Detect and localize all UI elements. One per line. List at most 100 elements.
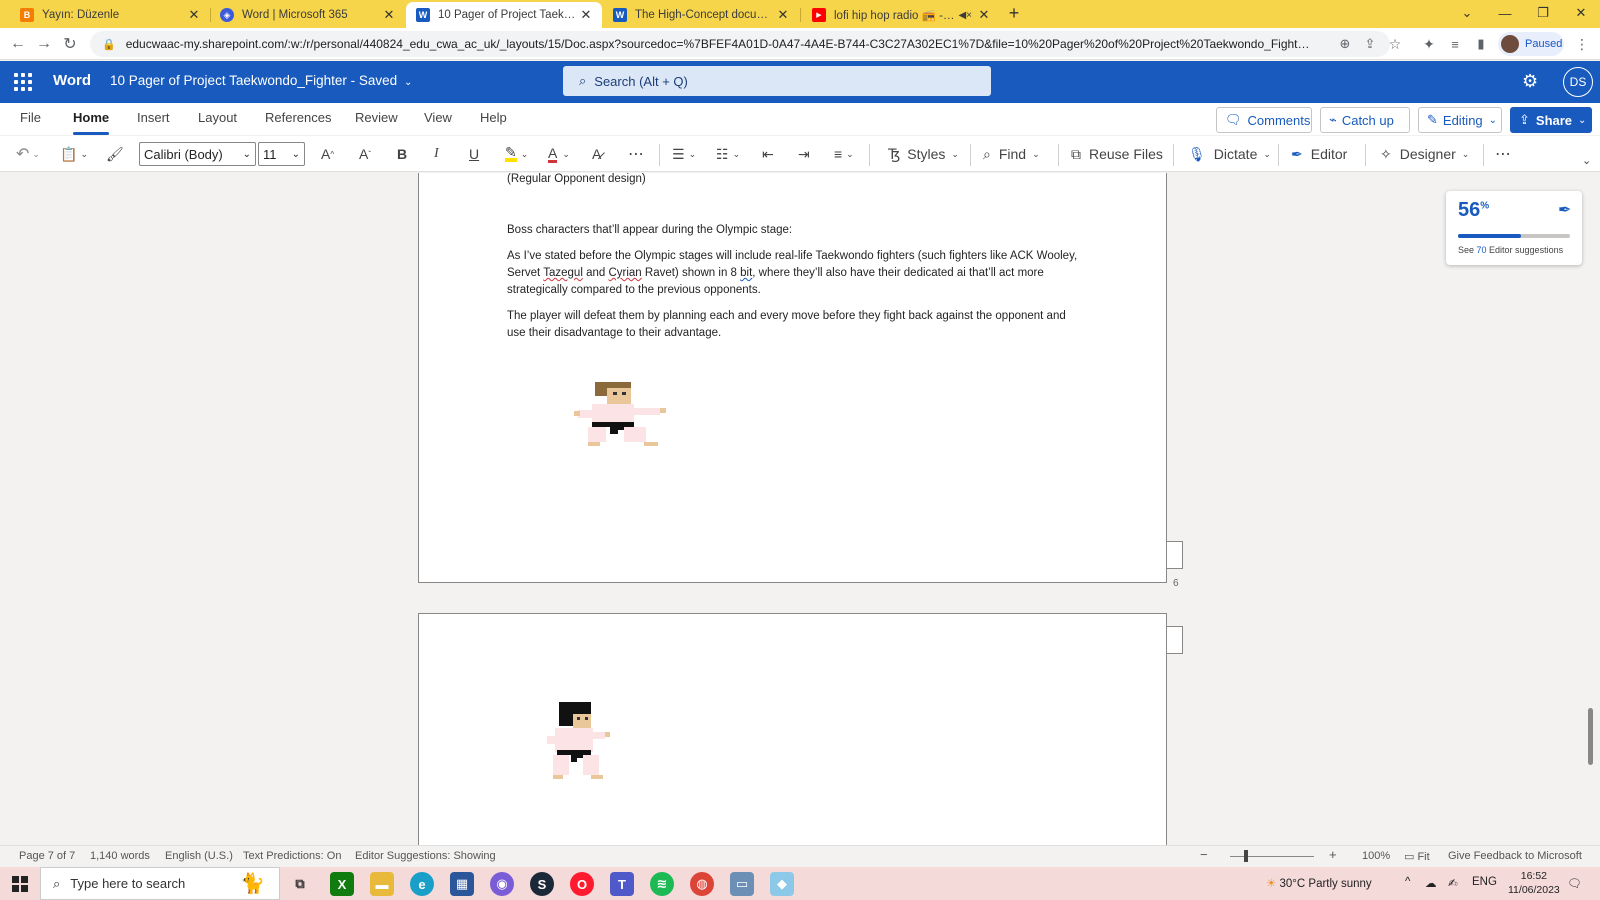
close-icon[interactable]: ✕ bbox=[976, 7, 992, 23]
site-info-icon[interactable]: 🔒 bbox=[102, 38, 116, 51]
vertical-scrollbar-thumb[interactable] bbox=[1588, 708, 1593, 765]
chrome-menu-icon[interactable]: ⋮ bbox=[1570, 32, 1594, 56]
tab-insert[interactable]: Insert bbox=[137, 110, 170, 125]
back-icon[interactable]: ← bbox=[6, 32, 30, 56]
spelling-flagged-word[interactable]: Cyrian bbox=[608, 267, 641, 279]
tab-review[interactable]: Review bbox=[355, 110, 398, 125]
copilot-icon[interactable]: ◉ bbox=[490, 872, 514, 896]
chrome-icon[interactable]: ◍ bbox=[690, 872, 714, 896]
taskbar-search-input[interactable]: ⌕ Type here to search 🐈 bbox=[40, 867, 280, 900]
extensions-icon[interactable]: ✦ bbox=[1417, 32, 1441, 56]
spotify-icon[interactable]: ≋ bbox=[650, 872, 674, 896]
bookmark-star-icon[interactable]: ☆ bbox=[1383, 32, 1407, 56]
numbering-icon[interactable]: ☷ ⌄ bbox=[716, 142, 740, 166]
more-options-icon[interactable]: ⋯ bbox=[628, 142, 644, 166]
media-controls-icon[interactable]: ≡ bbox=[1443, 32, 1467, 56]
tab-view[interactable]: View bbox=[424, 110, 452, 125]
browser-tab-word-365[interactable]: ◈ Word | Microsoft 365 ✕ bbox=[210, 2, 405, 28]
word-count[interactable]: 1,140 words bbox=[90, 850, 150, 862]
onedrive-icon[interactable]: ☁ bbox=[1425, 876, 1437, 890]
app-launcher-icon[interactable] bbox=[12, 71, 32, 91]
more-commands-icon[interactable]: ⋯ bbox=[1495, 142, 1511, 166]
catchup-button[interactable]: ⌁ Catch up bbox=[1320, 107, 1410, 133]
teams-icon[interactable]: T bbox=[610, 872, 634, 896]
grow-font-icon[interactable]: A ^ bbox=[321, 142, 334, 166]
search-input[interactable]: ⌕ Search (Alt + Q) bbox=[563, 66, 991, 96]
font-size-select[interactable]: 11 ⌄ bbox=[258, 142, 305, 166]
zoom-slider[interactable] bbox=[1230, 850, 1314, 862]
zoom-out-icon[interactable]: − bbox=[1200, 847, 1208, 862]
xbox-icon[interactable]: X bbox=[330, 872, 354, 896]
fit-button[interactable]: ▭ Fit bbox=[1404, 850, 1430, 863]
align-icon[interactable]: ≡ ⌄ bbox=[834, 142, 854, 166]
tab-home[interactable]: Home bbox=[73, 110, 110, 135]
profile-chip[interactable]: Paused bbox=[1498, 32, 1564, 56]
reuse-files-button[interactable]: ⧉ Reuse Files bbox=[1071, 142, 1163, 166]
grammar-flagged-word[interactable]: bit bbox=[740, 267, 752, 279]
muted-audio-icon[interactable]: ◀× bbox=[958, 10, 972, 21]
close-icon[interactable]: ✕ bbox=[578, 7, 594, 23]
restore-icon[interactable]: ❐ bbox=[1524, 0, 1562, 26]
zoom-slider-thumb[interactable] bbox=[1244, 850, 1248, 862]
share-button[interactable]: ⇪ Share ⌄ bbox=[1510, 107, 1592, 133]
bullets-icon[interactable]: ☰ ⌄ bbox=[672, 142, 696, 166]
document-title[interactable]: 10 Pager of Project Taekwondo_Fighter - … bbox=[110, 73, 412, 88]
tab-search-icon[interactable]: ⌄ bbox=[1448, 0, 1486, 26]
italic-icon[interactable]: I bbox=[434, 142, 439, 166]
zoom-icon[interactable]: ⊕ bbox=[1333, 32, 1357, 56]
close-window-icon[interactable]: ✕ bbox=[1562, 0, 1600, 26]
decrease-indent-icon[interactable]: ⇤ bbox=[762, 142, 774, 166]
page-count[interactable]: Page 7 of 7 bbox=[19, 850, 75, 862]
input-language[interactable]: ENG bbox=[1472, 876, 1497, 888]
close-icon[interactable]: ✕ bbox=[775, 7, 791, 23]
text-predictions-status[interactable]: Text Predictions: On bbox=[243, 850, 341, 862]
settings-gear-icon[interactable]: ⚙ bbox=[1522, 71, 1538, 92]
fighter-sprite-image[interactable] bbox=[574, 382, 674, 448]
minimize-icon[interactable]: — bbox=[1486, 0, 1524, 26]
zoom-level[interactable]: 100% bbox=[1362, 850, 1390, 862]
highlight-icon[interactable]: ✎ ⌄ bbox=[505, 142, 528, 166]
paste-icon[interactable]: 📋 ⌄ bbox=[60, 142, 88, 166]
browser-tab-high-concept[interactable]: W The High-Concept document of ✕ bbox=[603, 2, 799, 28]
body-paragraph[interactable]: As I’ve stated before the Olympic stages… bbox=[507, 248, 1087, 299]
edge-icon[interactable]: e bbox=[410, 872, 434, 896]
app-name[interactable]: Word bbox=[53, 72, 91, 89]
steam-icon[interactable]: S bbox=[530, 872, 554, 896]
bold-icon[interactable]: B bbox=[397, 142, 407, 166]
user-avatar[interactable]: DS bbox=[1563, 67, 1593, 97]
browser-tab-lofi[interactable]: ▶ lofi hip hop radio 📻 - beats ◀× ✕ bbox=[802, 2, 1000, 28]
editor-suggestions-link[interactable]: See 70 Editor suggestions bbox=[1458, 245, 1563, 255]
tab-layout[interactable]: Layout bbox=[198, 110, 237, 125]
clock[interactable]: 16:52 11/06/2023 bbox=[1508, 869, 1560, 897]
tab-file[interactable]: File bbox=[20, 110, 41, 125]
undo-icon[interactable]: ↶ ⌄ bbox=[16, 142, 40, 166]
document-canvas[interactable]: (Regular Opponent design) Boss character… bbox=[0, 173, 1600, 845]
document-page[interactable]: (Regular Opponent design) Boss character… bbox=[418, 173, 1167, 583]
browser-tab-blogger[interactable]: B Yayın: Düzenle ✕ bbox=[10, 2, 210, 28]
image-caption[interactable]: (Regular Opponent design) bbox=[507, 173, 1087, 188]
body-paragraph[interactable]: The player will defeat them by planning … bbox=[507, 308, 1087, 342]
zoom-in-icon[interactable]: + bbox=[1329, 847, 1337, 862]
new-tab-button[interactable]: + bbox=[1002, 0, 1026, 26]
styles-button[interactable]: Ꜩ Styles ⌄ bbox=[888, 142, 959, 166]
dictate-button[interactable]: 🎙 Dictate ⌄ bbox=[1188, 142, 1271, 166]
pen-icon[interactable]: ✍ bbox=[1448, 876, 1458, 890]
feedback-link[interactable]: Give Feedback to Microsoft bbox=[1448, 850, 1582, 862]
reload-icon[interactable]: ↻ bbox=[58, 32, 82, 56]
file-explorer-icon[interactable]: ▬ bbox=[370, 872, 394, 896]
browser-tab-10-pager[interactable]: W 10 Pager of Project Taekwondo_F ✕ bbox=[406, 2, 602, 28]
editor-button[interactable]: ✒ Editor bbox=[1291, 142, 1347, 166]
close-icon[interactable]: ✕ bbox=[186, 7, 202, 23]
task-view-icon[interactable]: ⧉ bbox=[288, 872, 312, 896]
tab-references[interactable]: References bbox=[265, 110, 331, 125]
find-button[interactable]: ⌕ Find ⌄ bbox=[983, 142, 1040, 166]
spelling-flagged-word[interactable]: Tazegul bbox=[543, 267, 583, 279]
font-name-select[interactable]: Calibri (Body) ⌄ bbox=[139, 142, 256, 166]
format-painter-icon[interactable]: 🖌 bbox=[106, 142, 124, 166]
designer-button[interactable]: ✧ Designer ⌄ bbox=[1380, 142, 1469, 166]
notifications-icon[interactable]: 🗨 bbox=[1567, 876, 1582, 890]
store-icon[interactable]: ▦ bbox=[450, 872, 474, 896]
opera-icon[interactable]: O bbox=[570, 872, 594, 896]
app-icon[interactable]: ◆ bbox=[770, 872, 794, 896]
close-icon[interactable]: ✕ bbox=[381, 7, 397, 23]
